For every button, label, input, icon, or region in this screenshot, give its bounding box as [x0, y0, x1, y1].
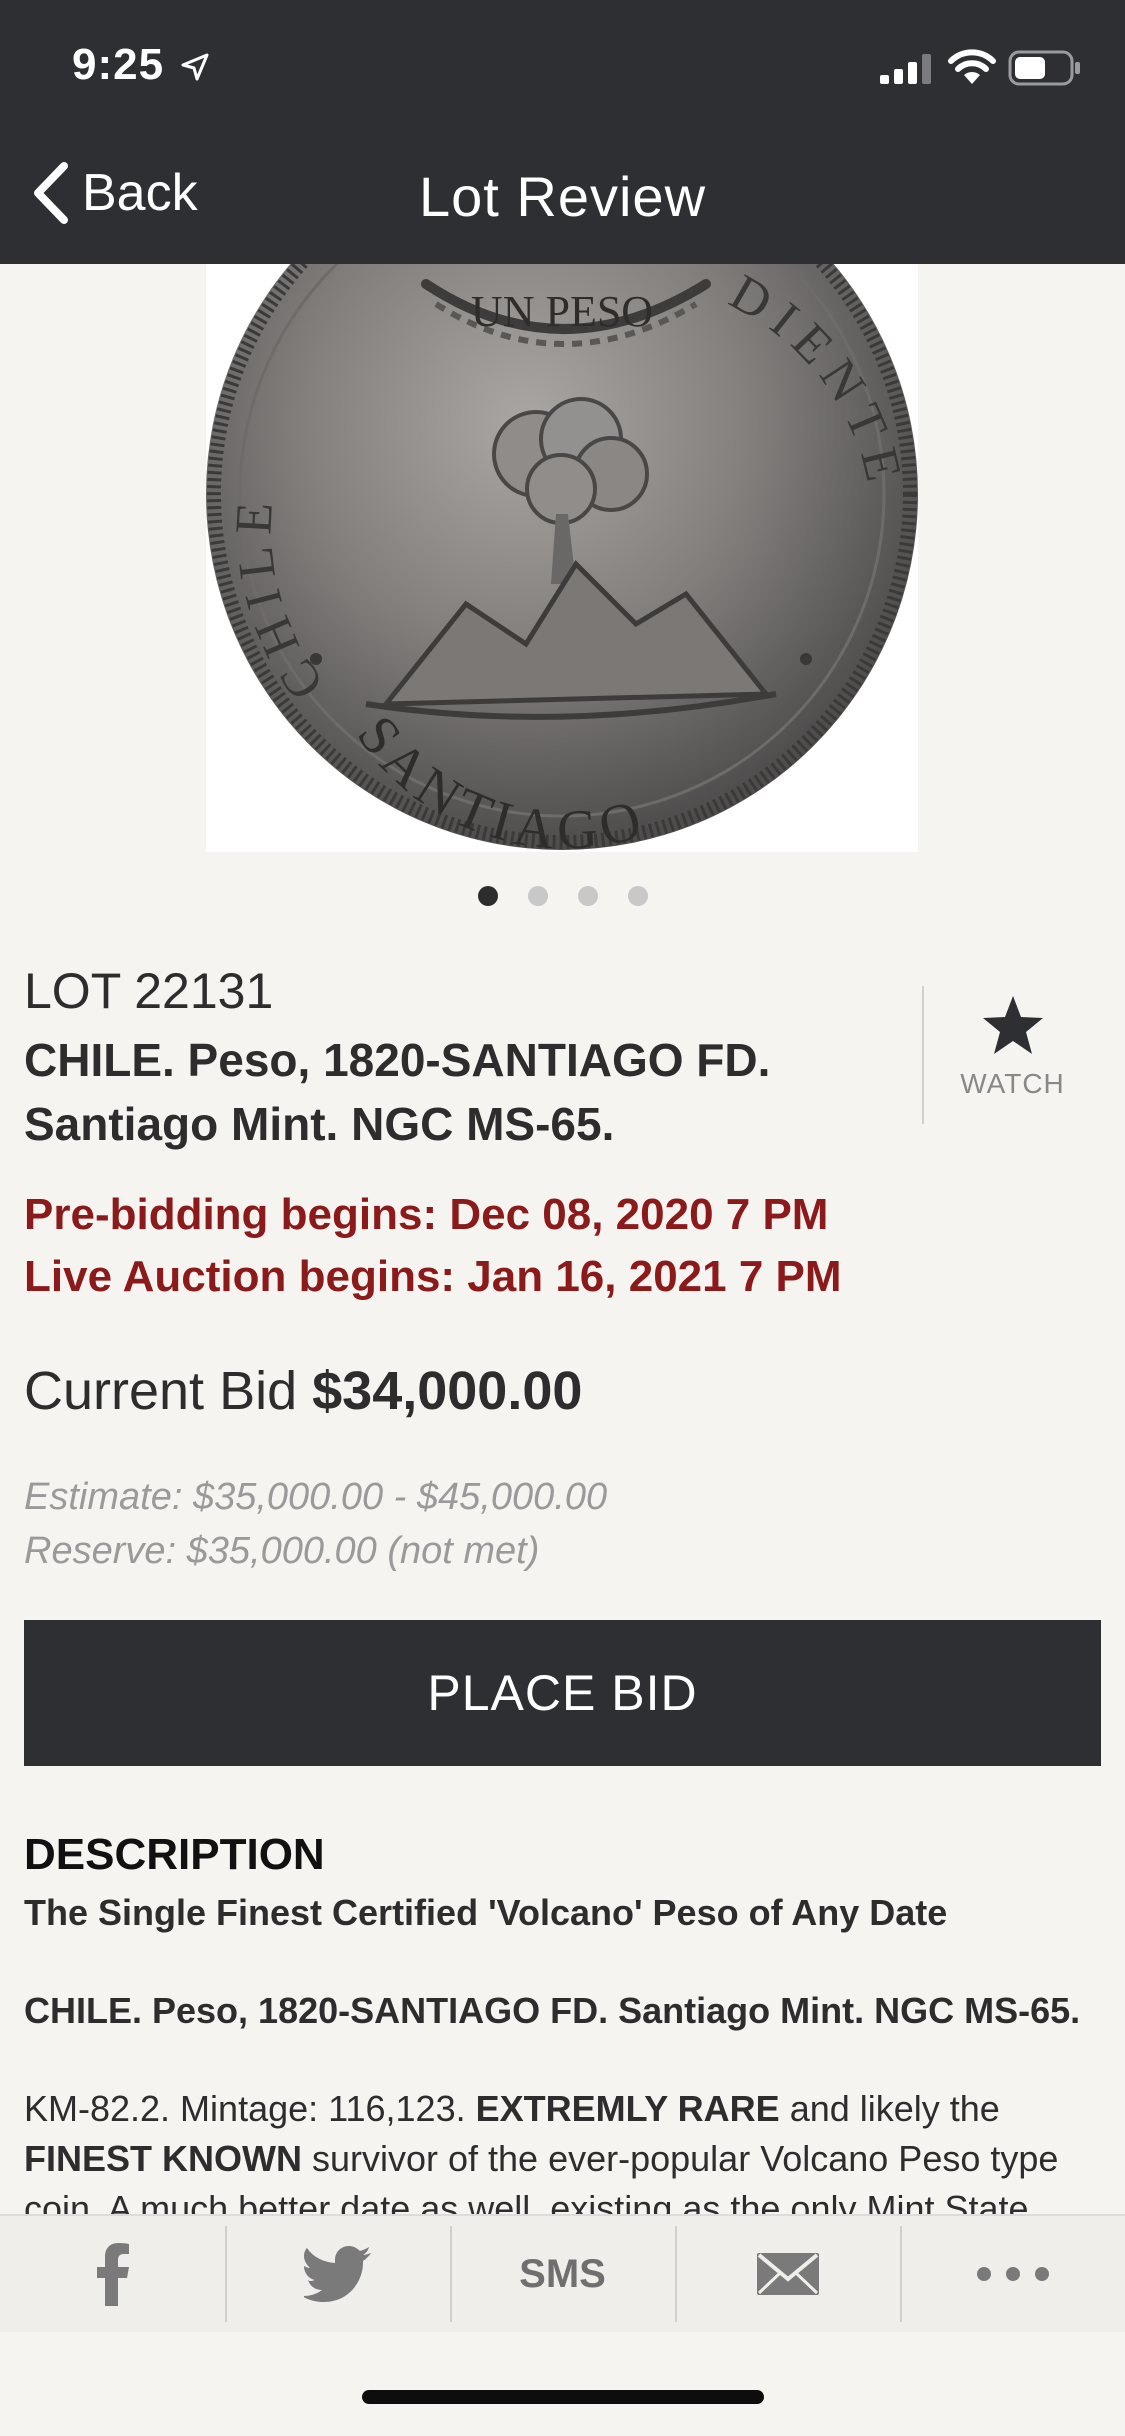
auction-schedule: Pre-bidding begins: Dec 08, 2020 7 PM Li…	[24, 1184, 842, 1308]
more-icon	[976, 2267, 1049, 2281]
share-more-button[interactable]	[900, 2216, 1125, 2332]
share-email-button[interactable]	[675, 2216, 900, 2332]
status-bar: 9:25	[0, 0, 1125, 130]
page-title: Lot Review	[418, 165, 707, 228]
watch-label: WATCH	[960, 1068, 1065, 1099]
lot-title-line-2: Santiago Mint. NGC MS-65.	[24, 1098, 615, 1150]
description-heading: DESCRIPTION	[24, 1830, 325, 1879]
description-lot-title: CHILE. Peso, 1820-SANTIAGO FD. Santiago …	[24, 1990, 1081, 2031]
signal-icon	[880, 54, 931, 84]
share-sms-button[interactable]: SMS	[450, 2216, 675, 2332]
description-body: KM-82.2. Mintage: 116,123. EXTREMLY RARE…	[24, 2084, 1104, 2214]
lot-title: CHILE. Peso, 1820-SANTIAGO FD. Santiago …	[24, 1028, 884, 1156]
current-bid-label: Current Bid	[24, 1361, 298, 1421]
prebidding-date: Pre-bidding begins: Dec 08, 2020 7 PM	[24, 1190, 829, 1239]
description-body-emphasis: EXTREMLY RARE	[475, 2088, 780, 2129]
estimate-text: Estimate: $35,000.00 - $45,000.00	[24, 1476, 608, 1518]
location-arrow-icon	[181, 53, 209, 81]
status-time: 9:25	[72, 40, 165, 89]
coin-text-un-peso: UN PESO	[471, 287, 653, 336]
nav-bar: Back Lot Review	[0, 130, 1125, 264]
current-bid-amount: $34,000.00	[312, 1361, 583, 1421]
mail-icon	[756, 2253, 819, 2295]
star-icon	[982, 996, 1043, 1054]
share-facebook-button[interactable]	[0, 2216, 225, 2332]
home-indicator[interactable]	[362, 2390, 764, 2404]
image-pager	[0, 886, 1125, 906]
share-twitter-button[interactable]	[225, 2216, 450, 2332]
sms-label: SMS	[519, 2251, 606, 2296]
description-body-part: KM-82.2. Mintage: 116,123.	[24, 2088, 476, 2129]
pager-dot-4[interactable]	[627, 886, 648, 906]
description-subtitle: The Single Finest Certified 'Volcano' Pe…	[24, 1892, 948, 1933]
description-body-part: and likely the	[779, 2088, 1000, 2129]
description-body-emphasis: FINEST KNOWN	[24, 2138, 302, 2179]
safe-area-bottom	[0, 2332, 1125, 2436]
place-bid-button[interactable]: PLACE BID	[24, 1620, 1101, 1766]
facebook-icon	[96, 2243, 129, 2306]
watch-button[interactable]: WATCH	[940, 994, 1085, 1114]
lot-title-line-1: CHILE. Peso, 1820-SANTIAGO FD.	[24, 1034, 771, 1086]
twitter-icon	[303, 2246, 371, 2302]
pager-dot-3[interactable]	[577, 886, 598, 906]
lot-image[interactable]: UN PESO CHILE DIENTE SANTIAGO	[206, 264, 918, 852]
battery-icon	[1008, 50, 1080, 86]
coin-image: UN PESO CHILE DIENTE SANTIAGO	[206, 264, 918, 852]
reserve-text: Reserve: $35,000.00 (not met)	[24, 1530, 540, 1572]
wifi-icon	[948, 49, 996, 84]
lot-number: LOT 22131	[24, 963, 274, 1019]
watch-divider	[922, 986, 924, 1124]
live-auction-date: Live Auction begins: Jan 16, 2021 7 PM	[24, 1252, 842, 1301]
current-bid: Current Bid $34,000.00	[24, 1360, 582, 1422]
estimate-block: Estimate: $35,000.00 - $45,000.00 Reserv…	[24, 1470, 607, 1578]
pager-dot-1[interactable]	[477, 886, 498, 906]
pager-dot-2[interactable]	[527, 886, 548, 906]
share-bar: SMS	[0, 2214, 1125, 2332]
